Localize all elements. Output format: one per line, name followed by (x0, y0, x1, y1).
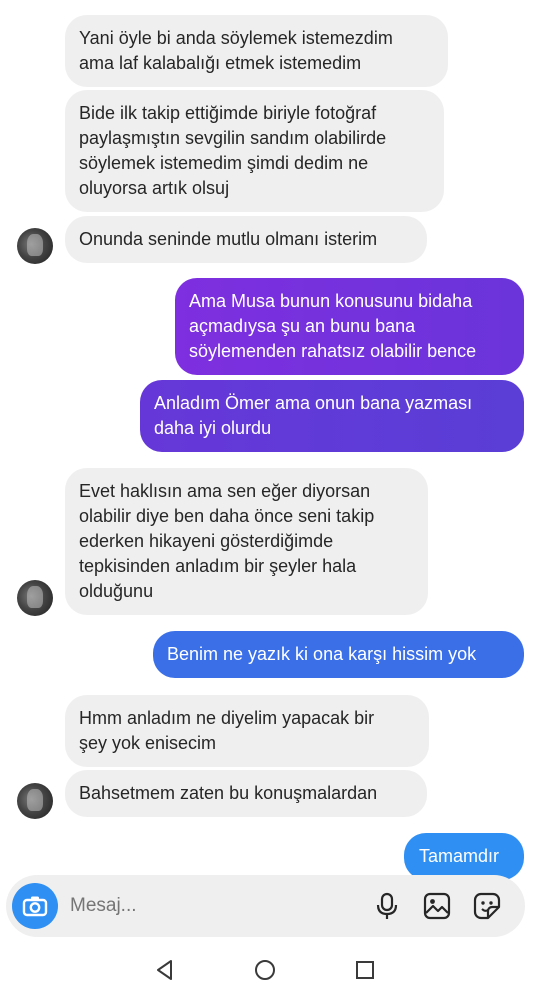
microphone-icon[interactable] (372, 891, 402, 921)
message-bubble-outgoing[interactable]: Ama Musa bunun konusunu bidaha açmadıysa… (175, 278, 524, 375)
contact-avatar[interactable] (17, 580, 53, 616)
sticker-icon[interactable] (472, 891, 502, 921)
gallery-icon[interactable] (422, 891, 452, 921)
message-bubble-outgoing[interactable]: Benim ne yazık ki ona karşı hissim yok (153, 631, 524, 678)
message-bubble-incoming[interactable]: Yani öyle bi anda söylemek istemezdim am… (65, 15, 448, 87)
message-bubble-outgoing[interactable]: Anladım Ömer ama onun bana yazması daha … (140, 380, 524, 452)
recents-icon[interactable] (352, 957, 378, 983)
message-input[interactable] (70, 895, 340, 917)
message-bubble-incoming[interactable]: Evet haklısın ama sen eğer diyorsan olab… (65, 468, 428, 615)
message-bubble-incoming[interactable]: Bahsetmem zaten bu konuşmalardan (65, 770, 427, 817)
message-bubble-incoming[interactable]: Hmm anladım ne diyelim yapacak bir şey y… (65, 695, 429, 767)
message-bubble-incoming[interactable]: Bide ilk takip ettiğimde biriyle fotoğra… (65, 90, 444, 212)
message-bubble-incoming[interactable]: Onunda seninde mutlu olmanı isterim (65, 216, 427, 263)
back-icon[interactable] (152, 957, 178, 983)
message-bubble-outgoing[interactable]: Tamamdır (404, 833, 524, 880)
home-icon[interactable] (252, 957, 278, 983)
contact-avatar[interactable] (17, 228, 53, 264)
camera-button[interactable] (12, 883, 58, 929)
camera-icon (22, 896, 48, 917)
contact-avatar[interactable] (17, 783, 53, 819)
message-composer (6, 875, 525, 937)
system-navigation-bar (0, 945, 535, 997)
